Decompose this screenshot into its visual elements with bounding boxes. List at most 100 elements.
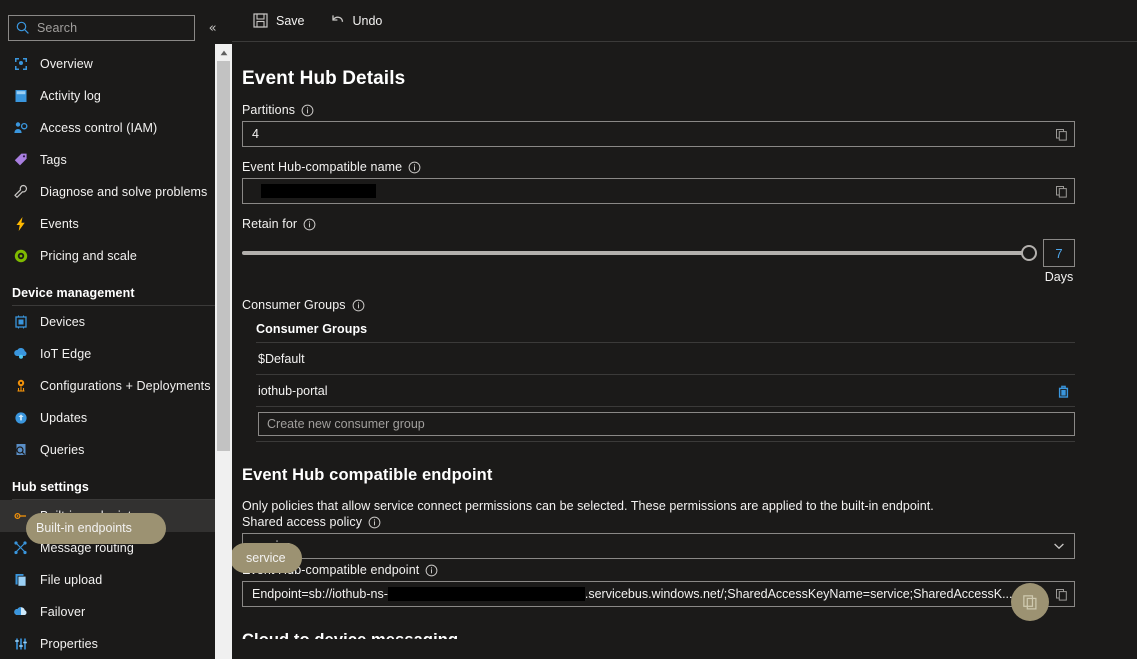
sidebar-item-iot-edge[interactable]: IoT Edge: [0, 338, 232, 370]
sidebar-item-label: File upload: [40, 573, 103, 587]
sidebar-search-row: Search «: [0, 0, 232, 44]
eh-name-label: Event Hub-compatible name: [242, 160, 403, 174]
sidebar-item-updates[interactable]: Updates: [0, 402, 232, 434]
retain-label-row: Retain for: [242, 217, 1075, 231]
trash-icon: [1058, 385, 1068, 398]
shared-access-policy-value: service: [252, 539, 292, 553]
sidebar-item-activity-log[interactable]: Activity log: [0, 80, 232, 112]
blade-body: Event Hub Details Partitions 4 Event Hub…: [232, 42, 1137, 639]
consumer-group-name: $Default: [258, 351, 305, 366]
undo-button[interactable]: Undo: [319, 6, 393, 36]
table-row[interactable]: $Default: [256, 342, 1075, 374]
copy-icon: [1055, 588, 1067, 601]
sidebar-item-devices[interactable]: Devices: [0, 306, 232, 338]
sidebar-item-message-routing[interactable]: Message routing: [0, 532, 232, 564]
copy-icon: [1055, 185, 1067, 198]
info-icon[interactable]: [425, 564, 438, 577]
info-icon[interactable]: [368, 516, 381, 529]
sidebar-item-label: Message routing: [40, 541, 134, 555]
sidebar-item-file-upload[interactable]: File upload: [0, 564, 232, 596]
shared-access-policy-label: Shared access policy: [242, 515, 363, 529]
retain-days-input[interactable]: 7: [1043, 239, 1075, 267]
sidebar-item-label: IoT Edge: [40, 347, 92, 361]
sidebar-item-label: Configurations + Deployments: [40, 379, 211, 393]
devices-icon: [12, 313, 30, 331]
partitions-input[interactable]: 4: [242, 121, 1075, 147]
tags-icon: [12, 151, 30, 169]
sidebar-item-label: Diagnose and solve problems: [40, 185, 208, 199]
chevron-down-icon[interactable]: [1052, 539, 1066, 553]
sidebar-item-queries[interactable]: Queries: [0, 434, 232, 466]
undo-icon: [331, 15, 343, 22]
shared-access-policy-select[interactable]: service: [242, 533, 1075, 559]
sidebar-item-built-in-endpoints[interactable]: Built-in endpoints: [0, 500, 232, 532]
save-label: Save: [276, 13, 305, 28]
sidebar-item-label: Failover: [40, 605, 86, 619]
slider-track: [242, 251, 1031, 255]
save-button[interactable]: Save: [242, 6, 315, 36]
slider-thumb[interactable]: [1021, 245, 1037, 261]
next-section-title: Cloud to device messaging: [242, 631, 1075, 639]
table-row[interactable]: iothub-portal: [256, 374, 1075, 406]
scroll-up-icon[interactable]: [215, 44, 232, 61]
copy-icon: [1055, 128, 1067, 141]
info-icon[interactable]: [352, 299, 365, 312]
copy-partitions-button[interactable]: [1050, 124, 1072, 144]
sidebar-item-properties[interactable]: Properties: [0, 628, 232, 659]
command-bar: Save Undo: [232, 0, 1137, 42]
search-icon: [15, 20, 31, 36]
new-consumer-group-row: Create new consumer group: [256, 406, 1075, 442]
consumer-groups-table: Consumer Groups $Default iothub-portal C…: [256, 318, 1075, 442]
iot-edge-icon: [12, 345, 30, 363]
redacted-eh-name: [261, 184, 376, 198]
sidebar-item-events[interactable]: Events: [0, 208, 232, 240]
sidebar-nav-list: Overview Activity log Access control (IA…: [0, 44, 232, 659]
sidebar-scrollbar-thumb[interactable]: [217, 61, 230, 451]
delete-consumer-group-button[interactable]: [1053, 381, 1073, 401]
consumer-groups-label: Consumer Groups: [242, 298, 346, 312]
new-consumer-group-input[interactable]: Create new consumer group: [258, 412, 1075, 436]
sidebar-item-access-control[interactable]: Access control (IAM): [0, 112, 232, 144]
save-icon: [253, 13, 268, 28]
retain-slider[interactable]: [242, 239, 1043, 267]
overview-icon: [12, 55, 30, 73]
sidebar-item-label: Devices: [40, 315, 86, 329]
activity-log-icon: [12, 87, 30, 105]
failover-icon: [12, 603, 30, 621]
endpoint-input[interactable]: Endpoint=sb://iothub-ns- .servicebus.win…: [242, 581, 1075, 607]
retain-days-unit: Days: [1044, 270, 1074, 284]
sidebar-item-tags[interactable]: Tags: [0, 144, 232, 176]
sidebar-item-label: Activity log: [40, 89, 101, 103]
sidebar-item-overview[interactable]: Overview: [0, 48, 232, 80]
sidebar-group-device-management: Device management: [12, 286, 135, 300]
redacted-endpoint-host: [387, 587, 585, 601]
sidebar-item-diagnose[interactable]: Diagnose and solve problems: [0, 176, 232, 208]
copy-eh-name-button[interactable]: [1050, 181, 1072, 201]
eh-name-input[interactable]: [242, 178, 1075, 204]
sidebar-item-label: Queries: [40, 443, 85, 457]
consumer-groups-label-row: Consumer Groups: [242, 298, 1075, 312]
partitions-value: 4: [252, 127, 259, 141]
info-icon[interactable]: [301, 104, 314, 117]
endpoint-description: Only policies that allow service connect…: [242, 499, 934, 513]
file-upload-icon: [12, 571, 30, 589]
search-input[interactable]: Search: [8, 15, 196, 41]
sidebar: Search « Overview Activity log Access co…: [0, 0, 232, 659]
sidebar-item-label: Overview: [40, 57, 93, 71]
info-icon[interactable]: [303, 218, 316, 231]
sidebar-item-configurations-deployments[interactable]: Configurations + Deployments: [0, 370, 232, 402]
retain-slider-row: 7 Days: [242, 239, 1075, 284]
info-icon[interactable]: [408, 161, 421, 174]
sidebar-item-failover[interactable]: Failover: [0, 596, 232, 628]
page-title: Event Hub Details: [242, 68, 406, 89]
endpoint-suffix: .servicebus.windows.net/;SharedAccessKey…: [584, 587, 1013, 601]
copy-endpoint-button[interactable]: [1050, 584, 1072, 604]
message-routing-icon: [12, 539, 30, 557]
sidebar-scrollbar[interactable]: [215, 44, 232, 659]
sidebar-item-label: Access control (IAM): [40, 121, 158, 135]
main-content: Save Undo Event Hub Details Partitions 4: [232, 0, 1137, 659]
consumer-groups-column-header: Consumer Groups: [256, 322, 368, 336]
sidebar-item-pricing-and-scale[interactable]: Pricing and scale: [0, 240, 232, 272]
endpoint-section-title: Event Hub compatible endpoint: [242, 466, 493, 484]
collapse-sidebar-button[interactable]: «: [201, 15, 224, 41]
